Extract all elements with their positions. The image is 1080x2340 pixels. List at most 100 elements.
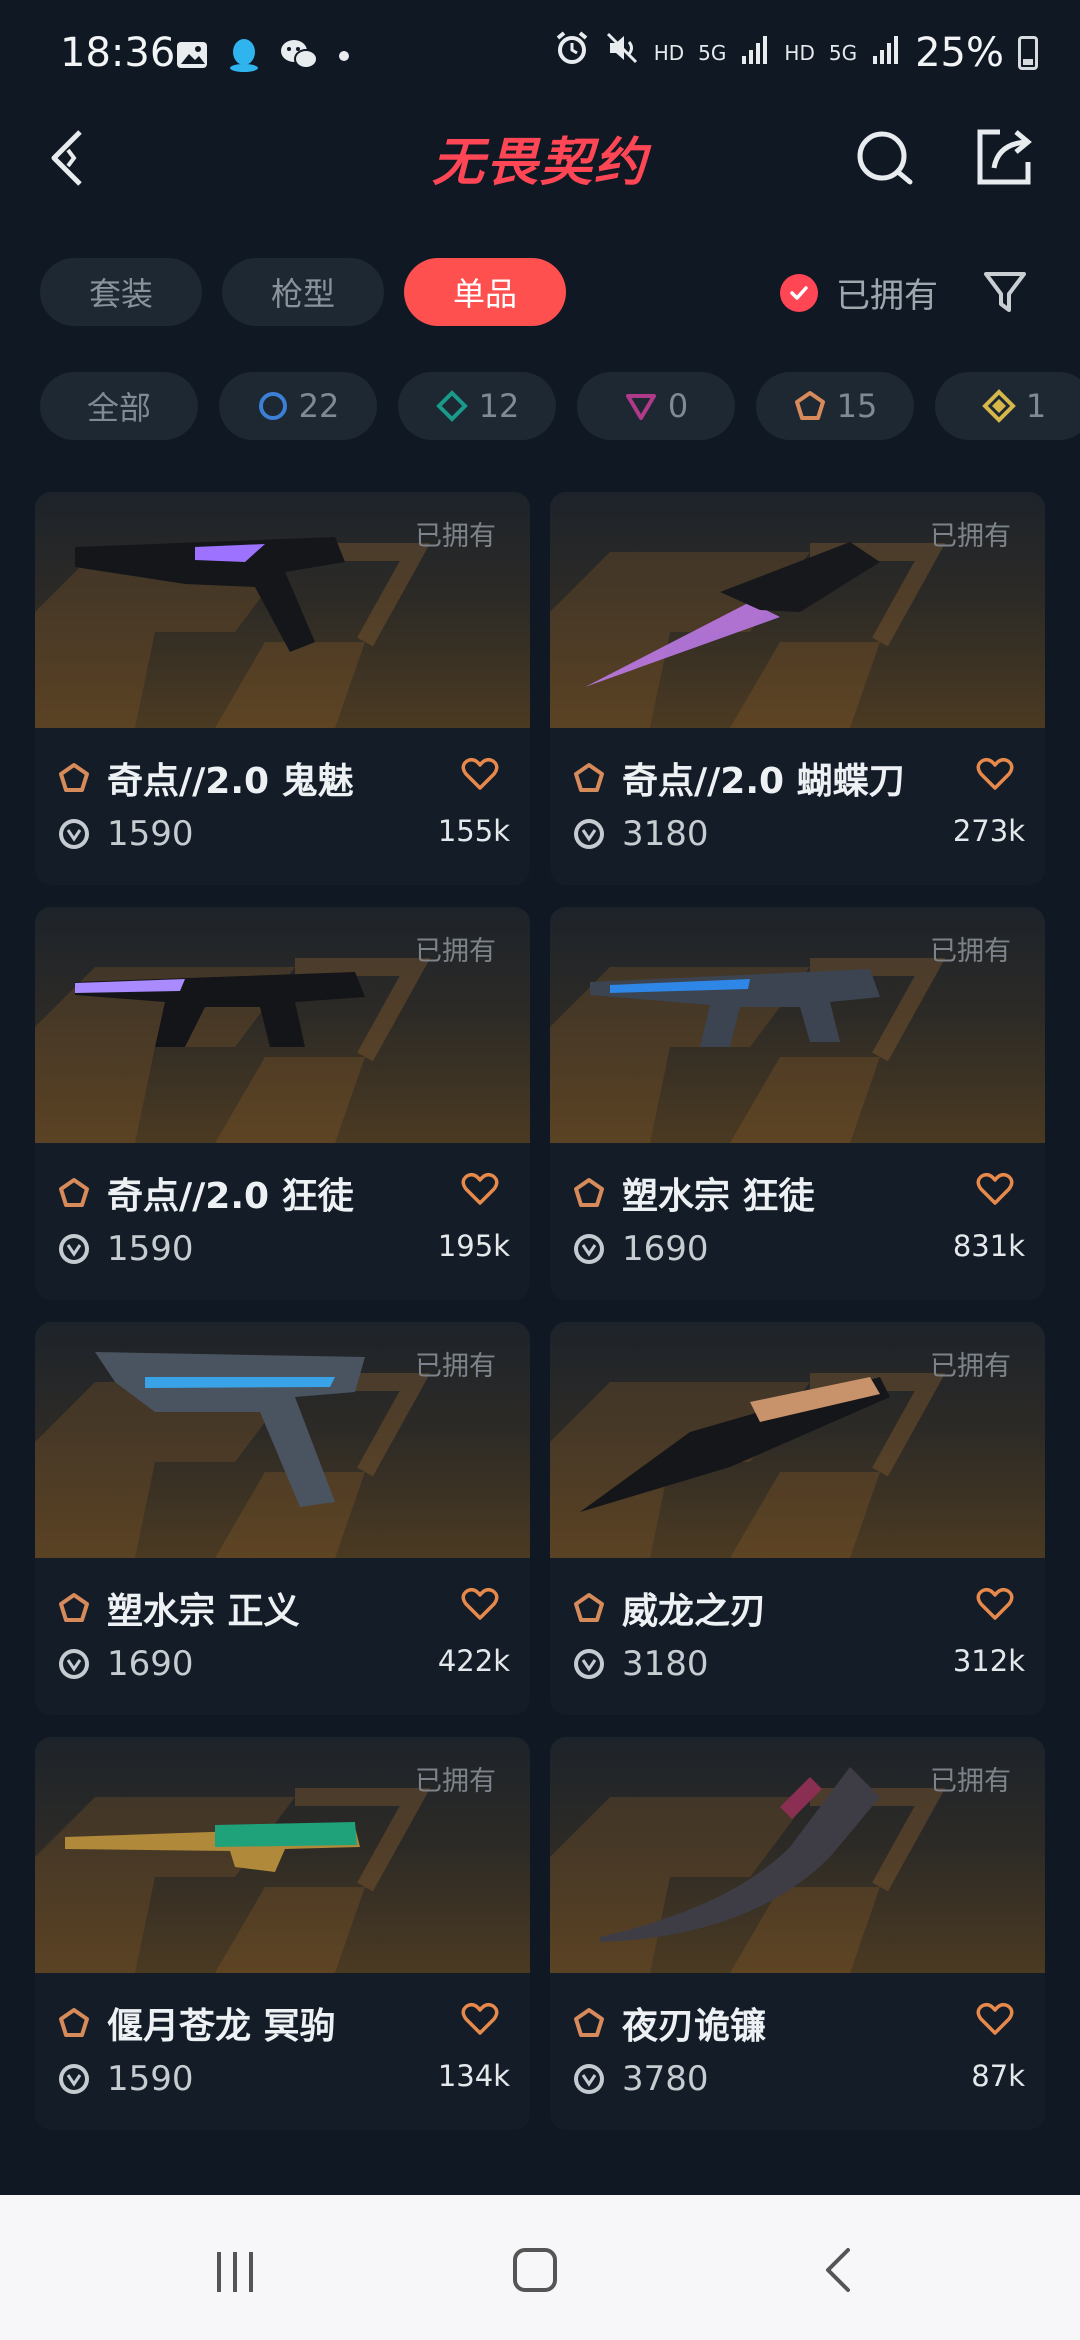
- favorite-button[interactable]: [975, 1586, 1015, 1626]
- favorite-button[interactable]: [460, 1586, 500, 1626]
- nav-back-button[interactable]: [800, 2230, 880, 2310]
- system-nav-bar: [0, 2195, 1080, 2340]
- item-card[interactable]: 已拥有 威龙之刃 3180 312k: [550, 1322, 1045, 1715]
- home-button[interactable]: [495, 2230, 575, 2310]
- weapon-image: 已拥有: [550, 907, 1045, 1143]
- weapon-image: 已拥有: [35, 907, 530, 1143]
- share-button[interactable]: [970, 118, 1040, 198]
- search-button[interactable]: [850, 118, 920, 198]
- weapon-image: 已拥有: [550, 1737, 1045, 1973]
- funnel-icon: [984, 272, 1026, 312]
- heart-icon: [461, 1172, 499, 1205]
- like-count: 134k: [437, 2059, 510, 2093]
- card-price-row: 3180: [572, 1644, 709, 1684]
- item-card[interactable]: 已拥有 塑水宗 狂徒 1690 831k: [550, 907, 1045, 1300]
- owned-filter-toggle[interactable]: 已拥有: [780, 268, 938, 317]
- battery-icon: [1018, 36, 1038, 70]
- exclusive-tier-icon: [574, 2008, 604, 2037]
- item-card[interactable]: 已拥有 奇点//2.0 狂徒 1590 195k: [35, 907, 530, 1300]
- notification-icons: [175, 36, 351, 78]
- vp-currency-icon: [574, 1234, 604, 1264]
- signal-icon-2: [871, 30, 901, 76]
- tab-bundles[interactable]: 套装: [40, 258, 202, 326]
- item-price: 1690: [622, 1229, 709, 1269]
- chip-select-tier[interactable]: 22: [219, 372, 377, 440]
- chip-count: 0: [667, 387, 689, 425]
- item-name: 塑水宗 狂徒: [622, 1176, 815, 1217]
- item-card[interactable]: 已拥有 奇点//2.0 蝴蝶刀 3180 273k: [550, 492, 1045, 885]
- weapon-image: 已拥有: [550, 1322, 1045, 1558]
- weapon-image: 已拥有: [550, 492, 1045, 728]
- heart-icon: [461, 1587, 499, 1620]
- favorite-button[interactable]: [460, 1171, 500, 1211]
- weapon-image: 已拥有: [35, 1322, 530, 1558]
- owned-tag: 已拥有: [930, 936, 1011, 967]
- favorite-button[interactable]: [460, 2001, 500, 2041]
- item-price: 1690: [107, 1644, 194, 1684]
- weapon-image: 已拥有: [35, 1737, 530, 1973]
- filter-button[interactable]: [980, 264, 1030, 320]
- item-price: 1590: [107, 1229, 194, 1269]
- recents-button[interactable]: [195, 2230, 275, 2310]
- exclusive-tier-icon: [59, 2008, 89, 2037]
- tab-items[interactable]: 单品: [404, 258, 566, 326]
- item-name: 奇点//2.0 狂徒: [107, 1176, 354, 1217]
- heart-icon: [461, 757, 499, 790]
- rarity-chips: 全部 22 12 0 15 1: [40, 372, 1080, 442]
- owned-tag: 已拥有: [415, 1766, 496, 1797]
- 5g-label-1: 5G: [698, 41, 727, 65]
- item-name: 奇点//2.0 蝴蝶刀: [622, 761, 905, 802]
- card-title-row: 奇点//2.0 鬼魅: [57, 752, 354, 804]
- owned-tag: 已拥有: [930, 1351, 1011, 1382]
- chip-count: 12: [478, 387, 520, 425]
- favorite-button[interactable]: [460, 756, 500, 796]
- heart-icon: [461, 2002, 499, 2035]
- favorite-button[interactable]: [975, 756, 1015, 796]
- item-price: 3180: [622, 1644, 709, 1684]
- exclusive-tier-icon: [574, 763, 604, 792]
- weapon-image: 已拥有: [35, 492, 530, 728]
- card-title-row: 奇点//2.0 狂徒: [57, 1167, 354, 1219]
- heart-icon: [976, 2002, 1014, 2035]
- item-card[interactable]: 已拥有 奇点//2.0 鬼魅 1590 155k: [35, 492, 530, 885]
- chip-exclusive-tier[interactable]: 15: [756, 372, 914, 440]
- item-price: 3780: [622, 2059, 709, 2099]
- exclusive-tier-icon: [574, 1593, 604, 1622]
- vp-currency-icon: [574, 1649, 604, 1679]
- item-name: 偃月苍龙 冥驹: [107, 2006, 336, 2047]
- item-name: 奇点//2.0 鬼魅: [107, 761, 354, 802]
- category-tabs: 套装 枪型 单品 已拥有: [40, 258, 1050, 328]
- chip-premium-tier[interactable]: 0: [577, 372, 735, 440]
- item-price: 3180: [622, 814, 709, 854]
- item-name: 夜刃诡镰: [622, 2006, 767, 2047]
- card-price-row: 1690: [57, 1644, 194, 1684]
- favorite-button[interactable]: [975, 1171, 1015, 1211]
- chip-all[interactable]: 全部: [40, 372, 198, 440]
- chip-count: 15: [836, 387, 878, 425]
- card-price-row: 1590: [57, 2059, 194, 2099]
- vp-currency-icon: [574, 2064, 604, 2094]
- card-price-row: 3180: [572, 814, 709, 854]
- card-title-row: 塑水宗 狂徒: [572, 1167, 815, 1219]
- like-count: 195k: [437, 1229, 510, 1263]
- battery-percent: 25%: [915, 30, 1004, 76]
- alarm-icon: [554, 30, 590, 76]
- favorite-button[interactable]: [975, 2001, 1015, 2041]
- chip-deluxe-tier[interactable]: 12: [398, 372, 556, 440]
- hd-label-2: HD: [784, 41, 815, 65]
- item-card[interactable]: 已拥有 夜刃诡镰 3780 87k: [550, 1737, 1045, 2130]
- 5g-label-2: 5G: [828, 41, 858, 65]
- item-card[interactable]: 已拥有 偃月苍龙 冥驹 1590 134k: [35, 1737, 530, 2130]
- card-price-row: 1590: [57, 1229, 194, 1269]
- tab-weapon-types[interactable]: 枪型: [222, 258, 384, 326]
- owned-tag: 已拥有: [415, 1351, 496, 1382]
- gallery-icon: [175, 38, 209, 76]
- card-title-row: 奇点//2.0 蝴蝶刀: [572, 752, 905, 804]
- card-title-row: 偃月苍龙 冥驹: [57, 1997, 336, 2049]
- system-indicators: HD 5G HD 5G 25%: [554, 30, 1038, 76]
- chip-ultra-tier[interactable]: 1: [935, 372, 1080, 440]
- select-tier-icon: [258, 392, 287, 420]
- status-bar: 18:36 HD 5G HD 5G 25%: [0, 0, 1080, 110]
- item-card[interactable]: 已拥有 塑水宗 正义 1690 422k: [35, 1322, 530, 1715]
- signal-icon: [740, 30, 770, 76]
